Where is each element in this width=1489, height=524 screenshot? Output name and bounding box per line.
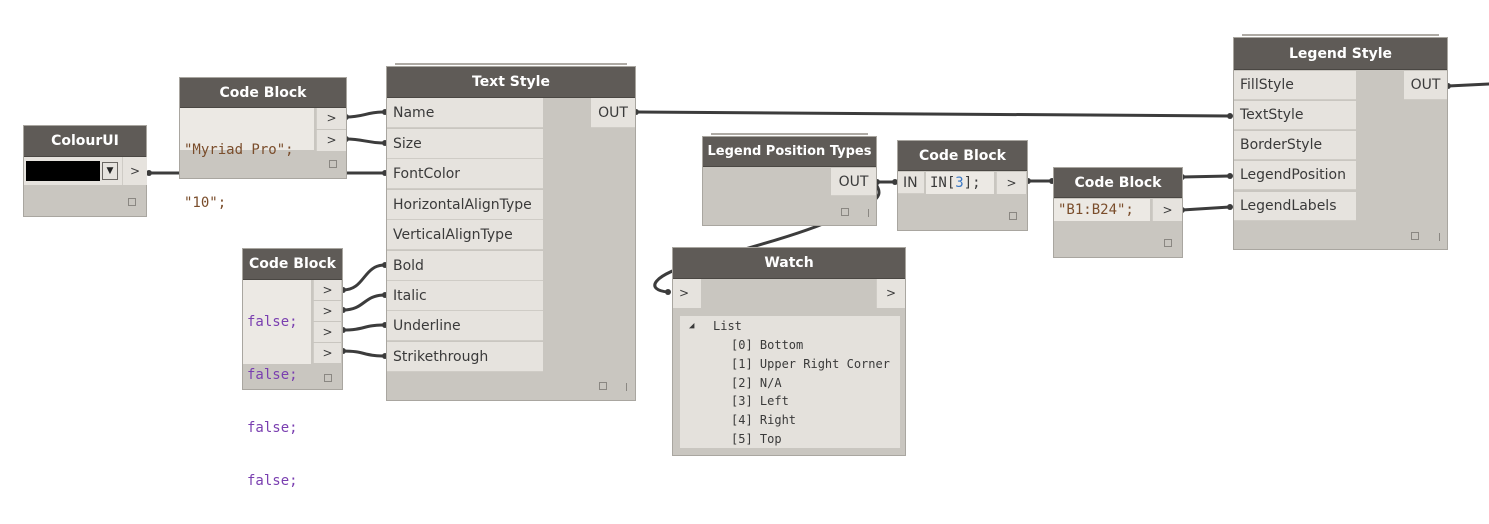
list-item: [0] Bottom xyxy=(731,338,804,352)
code-prefix: IN[ xyxy=(930,175,956,191)
code-editor[interactable]: "Myriad Pro"; "10"; xyxy=(180,108,314,211)
input-port-italic[interactable]: Italic xyxy=(387,281,543,311)
lacing-indicator-icon xyxy=(626,383,627,391)
wire-bool3-to-underline xyxy=(341,323,387,332)
wire-size-to-size xyxy=(344,137,387,145)
preview-toggle-icon[interactable] xyxy=(1164,239,1172,247)
port-dot xyxy=(665,289,671,295)
wire-range-to-labels xyxy=(1180,205,1232,212)
colourui-node[interactable]: ColourUI ▼ > xyxy=(23,125,147,217)
code-editor[interactable]: "B1:B24"; xyxy=(1054,199,1150,221)
code-editor[interactable]: false; false; false; false; xyxy=(243,280,311,489)
input-port-verticalaligntype[interactable]: VerticalAlignType xyxy=(387,220,543,250)
watch-output-list[interactable]: ◢ List [0] Bottom [1] Upper Right Corner… xyxy=(680,316,900,448)
node-title: Text Style xyxy=(387,67,635,98)
lacing-indicator-icon xyxy=(868,209,869,217)
code-index: 3 xyxy=(955,175,964,191)
wire-font-to-name xyxy=(344,110,387,119)
output-arrow[interactable]: > xyxy=(996,172,1026,194)
input-port-fillstyle[interactable]: FillStyle xyxy=(1234,71,1356,100)
code-block-font-node[interactable]: Code Block "Myriad Pro"; "10"; > > xyxy=(179,77,347,211)
legend-style-node[interactable]: Legend Style FillStyle TextStyle BorderS… xyxy=(1233,34,1448,250)
wire-textstyle-to-legend xyxy=(634,110,1232,118)
output-arrow[interactable]: > xyxy=(1152,199,1182,221)
wire-bool4-to-strike xyxy=(341,349,387,358)
list-item: [2] N/A xyxy=(731,376,782,390)
output-port-out[interactable]: OUT xyxy=(831,168,876,196)
node-title: Code Block xyxy=(243,249,342,280)
input-port-name[interactable]: Name xyxy=(387,98,543,128)
code-line: "10"; xyxy=(184,195,227,211)
wire-legend-out xyxy=(1446,82,1489,88)
watch-node[interactable]: Watch > > ◢ List [0] Bottom [1] Upper Ri… xyxy=(672,247,906,456)
code-line: false; xyxy=(247,367,298,383)
input-port-strikethrough[interactable]: Strikethrough xyxy=(387,342,543,372)
input-port-in[interactable]: IN xyxy=(898,172,924,194)
lacing-indicator-icon xyxy=(1439,233,1440,241)
node-title: Legend Position Types xyxy=(703,137,876,167)
color-picker[interactable]: ▼ xyxy=(24,157,122,185)
color-swatch xyxy=(26,161,100,181)
code-line: false; xyxy=(247,314,298,330)
code-line: false; xyxy=(247,473,298,489)
input-port-fontcolor[interactable]: FontColor xyxy=(387,159,543,189)
list-root-label: List xyxy=(713,319,742,333)
input-port-borderstyle[interactable]: BorderStyle xyxy=(1234,131,1356,160)
list-item: [4] Right xyxy=(731,413,797,427)
input-port-horizontalaligntype[interactable]: HorizontalAlignType xyxy=(387,190,543,220)
preview-toggle-icon[interactable] xyxy=(841,208,849,216)
code-block-bools-node[interactable]: Code Block false; false; false; false; >… xyxy=(242,248,343,489)
output-port-out[interactable]: OUT xyxy=(1404,71,1447,100)
preview-toggle-icon[interactable] xyxy=(599,382,607,390)
output-arrow[interactable]: > xyxy=(313,343,341,363)
input-port-size[interactable]: Size xyxy=(387,129,543,159)
list-collapse-icon[interactable]: ◢ xyxy=(689,318,694,334)
output-arrow[interactable]: > xyxy=(122,157,147,185)
input-port-legendlabels[interactable]: LegendLabels xyxy=(1234,192,1356,221)
input-port-bold[interactable]: Bold xyxy=(387,251,543,281)
preview-toggle-icon[interactable] xyxy=(324,374,332,382)
node-title: ColourUI xyxy=(24,126,146,157)
list-item: [3] Left xyxy=(731,394,789,408)
node-title: Code Block xyxy=(898,141,1027,171)
output-arrow[interactable]: > xyxy=(313,322,341,342)
preview-toggle-icon[interactable] xyxy=(1411,232,1419,240)
code-suffix: ]; xyxy=(963,175,981,191)
wire-bool2-to-italic xyxy=(341,293,387,312)
code-block-range-node[interactable]: Code Block "B1:B24"; > xyxy=(1053,167,1183,258)
code-editor[interactable]: IN[3]; xyxy=(926,172,994,194)
text-style-node[interactable]: Text Style Name Size FontColor Horizonta… xyxy=(386,63,636,401)
code-line: false; xyxy=(247,420,298,436)
output-port-out[interactable]: OUT xyxy=(591,98,635,128)
wire-bool1-to-bold xyxy=(341,263,387,292)
node-title: Legend Style xyxy=(1234,38,1447,70)
output-arrow[interactable]: > xyxy=(316,108,346,129)
input-arrow[interactable]: > xyxy=(673,279,701,308)
preview-toggle-icon[interactable] xyxy=(329,160,337,168)
chevron-down-icon[interactable]: ▼ xyxy=(102,162,118,180)
preview-toggle-icon[interactable] xyxy=(128,198,136,206)
node-title: Watch xyxy=(673,248,905,279)
node-title: Code Block xyxy=(1054,168,1182,198)
code-block-index-node[interactable]: Code Block IN IN[3]; > xyxy=(897,140,1028,231)
list-item: [1] Upper Right Corner xyxy=(731,357,890,371)
input-port-legendposition[interactable]: LegendPosition xyxy=(1234,161,1356,190)
input-port-textstyle[interactable]: TextStyle xyxy=(1234,101,1356,130)
input-port-underline[interactable]: Underline xyxy=(387,311,543,341)
output-arrow[interactable]: > xyxy=(313,280,341,300)
list-item: [5] Top xyxy=(731,432,782,446)
wire-range-to-position xyxy=(1180,174,1232,179)
preview-toggle-icon[interactable] xyxy=(1009,212,1017,220)
code-line: "Myriad Pro"; xyxy=(184,142,294,158)
output-arrow[interactable]: > xyxy=(316,130,346,151)
output-arrow[interactable]: > xyxy=(313,301,341,321)
output-arrow[interactable]: > xyxy=(876,279,905,308)
node-title: Code Block xyxy=(180,78,346,108)
legend-position-types-node[interactable]: Legend Position Types OUT xyxy=(702,133,877,226)
